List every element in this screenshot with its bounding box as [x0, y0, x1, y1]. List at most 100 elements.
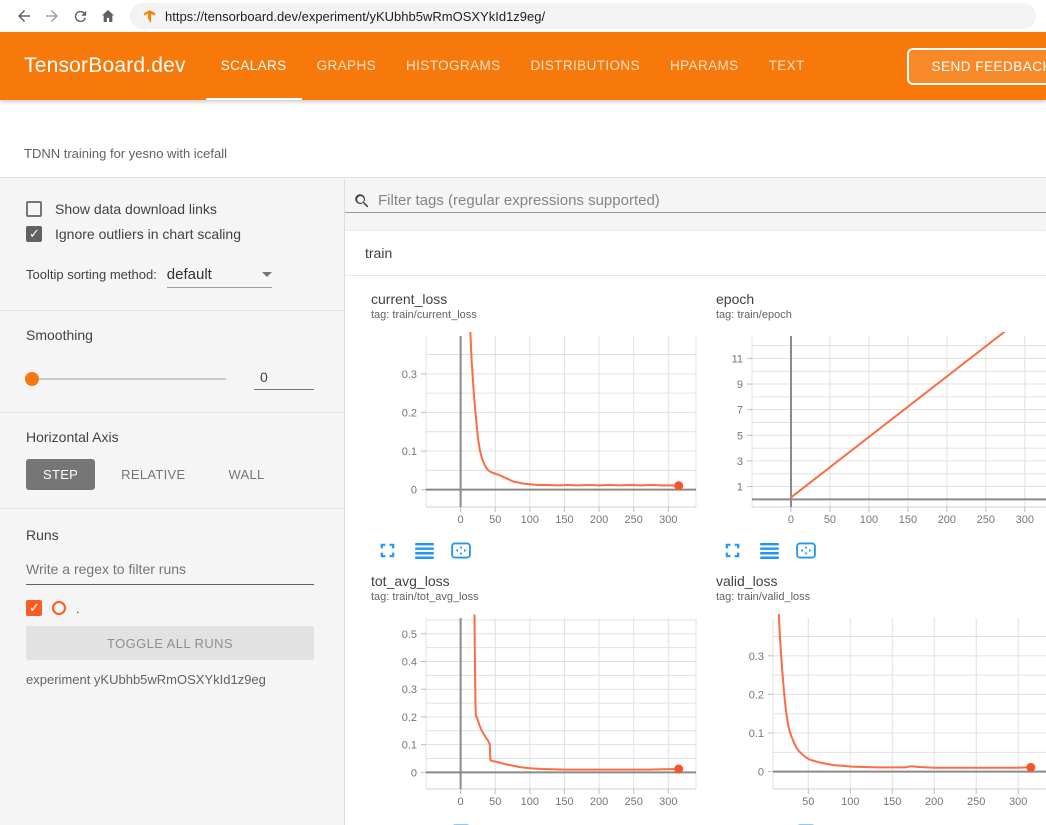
chart-tag: tag: train/epoch	[716, 308, 1046, 322]
svg-text:150: 150	[899, 514, 917, 526]
svg-text:250: 250	[967, 796, 985, 808]
line-chart[interactable]: 00.10.20.30.40.5050100150200250300	[371, 614, 701, 811]
svg-text:50: 50	[802, 796, 814, 808]
chart-title: epoch	[716, 290, 1046, 308]
section-header-train[interactable]: train	[345, 231, 1046, 276]
fullscreen-icon[interactable]	[379, 540, 399, 560]
smoothing-value[interactable]: 0	[254, 367, 314, 390]
svg-text:0.1: 0.1	[749, 728, 764, 740]
svg-text:300: 300	[1009, 796, 1027, 808]
toggle-y-axis-icon[interactable]	[760, 540, 780, 560]
checkbox-label: Show data download links	[55, 201, 217, 217]
checkbox-unchecked-icon	[26, 201, 42, 217]
send-feedback-button[interactable]: SEND FEEDBACK	[907, 48, 1046, 85]
svg-text:7: 7	[737, 405, 743, 417]
checkbox-checked-icon: ✓	[26, 226, 42, 242]
fit-domain-icon[interactable]	[796, 540, 816, 560]
line-chart[interactable]: 00.10.20.3050100150200250300	[371, 332, 701, 529]
run-checkbox[interactable]: ✓	[26, 600, 42, 616]
chart-plot-area[interactable]: 1357911050100150200250300	[716, 332, 1046, 534]
smoothing-slider[interactable]	[26, 378, 226, 380]
run-row: ✓ .	[26, 600, 314, 616]
svg-text:50: 50	[489, 796, 501, 808]
svg-text:150: 150	[883, 796, 901, 808]
svg-text:200: 200	[938, 514, 956, 526]
svg-text:250: 250	[625, 796, 643, 808]
tab-distributions[interactable]: DISTRIBUTIONS	[516, 32, 655, 100]
forward-icon[interactable]	[38, 2, 66, 30]
smoothing-label: Smoothing	[26, 327, 314, 343]
toggle-all-runs-button[interactable]: TOGGLE ALL RUNS	[26, 626, 314, 660]
svg-text:0.2: 0.2	[402, 407, 417, 419]
line-chart[interactable]: 00.10.20.350100150200250300	[716, 614, 1046, 811]
svg-text:1: 1	[737, 482, 743, 494]
svg-text:0.4: 0.4	[402, 657, 417, 669]
main-area: train current_loss tag: train/current_lo…	[345, 179, 1046, 825]
chart-card-tot-avg-loss: tot_avg_loss tag: train/tot_avg_loss 0 0.…	[357, 572, 702, 825]
svg-text:0.5: 0.5	[402, 629, 417, 641]
page: https://tensorboard.dev/experiment/yKUbh…	[0, 0, 1046, 825]
svg-text:100: 100	[521, 514, 539, 526]
svg-text:0: 0	[411, 485, 417, 497]
tab-graphs[interactable]: GRAPHS	[302, 32, 391, 100]
address-bar[interactable]: https://tensorboard.dev/experiment/yKUbh…	[130, 3, 1036, 29]
svg-text:3: 3	[737, 456, 743, 468]
svg-text:150: 150	[555, 796, 573, 808]
experiment-id-label: experiment yKUbhb5wRmOSXYkId1z9eg	[26, 672, 314, 687]
charts-grid: current_loss tag: train/current_loss 00.…	[345, 276, 1046, 825]
back-icon[interactable]	[10, 2, 38, 30]
experiment-title-row: TDNN training for yesno with icefall	[0, 100, 1046, 178]
nav-tabs: SCALARSGRAPHSHISTOGRAMSDISTRIBUTIONSHPAR…	[206, 32, 820, 100]
chart-title: tot_avg_loss	[371, 572, 702, 590]
url-text: https://tensorboard.dev/experiment/yKUbh…	[165, 9, 545, 24]
tab-hparams[interactable]: HPARAMS	[655, 32, 754, 100]
chart-plot-area[interactable]: 00.10.20.3050100150200250300	[371, 332, 702, 534]
axis-option-relative[interactable]: RELATIVE	[104, 459, 202, 490]
chart-tag: tag: train/tot_avg_loss	[371, 590, 702, 604]
svg-text:0.1: 0.1	[402, 740, 417, 752]
chart-plot-area[interactable]: 00.10.20.30.40.5050100150200250300	[371, 614, 702, 816]
svg-text:100: 100	[841, 796, 859, 808]
fullscreen-icon[interactable]	[724, 540, 744, 560]
home-icon[interactable]	[94, 2, 122, 30]
tab-scalars[interactable]: SCALARS	[206, 32, 302, 100]
reload-icon[interactable]	[66, 2, 94, 30]
filter-tags-input[interactable]	[378, 192, 1046, 209]
svg-text:0.2: 0.2	[402, 712, 417, 724]
runs-filter-input[interactable]	[26, 557, 314, 585]
svg-text:0: 0	[758, 767, 764, 779]
app-logo[interactable]: TensorBoard.dev	[0, 54, 186, 78]
chart-toolbar	[716, 540, 1046, 560]
svg-text:9: 9	[737, 379, 743, 391]
show-download-links-checkbox[interactable]: Show data download links	[26, 201, 314, 217]
axis-option-wall[interactable]: WALL	[211, 459, 281, 490]
fit-domain-icon[interactable]	[451, 540, 471, 560]
svg-text:200: 200	[925, 796, 943, 808]
chart-tag: tag: train/valid_loss	[716, 590, 1046, 604]
svg-text:0: 0	[411, 767, 417, 779]
app-header: TensorBoard.dev SCALARSGRAPHSHISTOGRAMSD…	[0, 32, 1046, 100]
chart-card-current-loss: current_loss tag: train/current_loss 00.…	[357, 290, 702, 560]
svg-text:100: 100	[521, 796, 539, 808]
svg-text:200: 200	[590, 796, 608, 808]
chart-card-epoch: epoch tag: train/epoch 13579110501001502…	[702, 290, 1046, 560]
horizontal-axis-label: Horizontal Axis	[26, 429, 314, 445]
train-section-card: train current_loss tag: train/current_lo…	[345, 231, 1046, 825]
svg-text:200: 200	[590, 514, 608, 526]
tab-text[interactable]: TEXT	[754, 32, 820, 100]
line-chart[interactable]: 1357911050100150200250300	[716, 332, 1046, 529]
runs-label: Runs	[26, 527, 314, 543]
ignore-outliers-checkbox[interactable]: ✓ Ignore outliers in chart scaling	[26, 226, 314, 242]
slider-thumb[interactable]	[25, 372, 39, 386]
chart-plot-area[interactable]: 00.10.20.350100150200250300	[716, 614, 1046, 816]
svg-text:0.3: 0.3	[402, 369, 417, 381]
chart-toolbar	[371, 540, 702, 560]
toggle-y-axis-icon[interactable]	[415, 540, 435, 560]
axis-option-step[interactable]: STEP	[26, 459, 95, 490]
chart-tag: tag: train/current_loss	[371, 308, 702, 322]
tooltip-sorting-select[interactable]: default	[167, 266, 272, 288]
svg-text:50: 50	[489, 514, 501, 526]
svg-text:5: 5	[737, 430, 743, 442]
svg-text:11: 11	[732, 353, 743, 365]
tab-histograms[interactable]: HISTOGRAMS	[391, 32, 516, 100]
